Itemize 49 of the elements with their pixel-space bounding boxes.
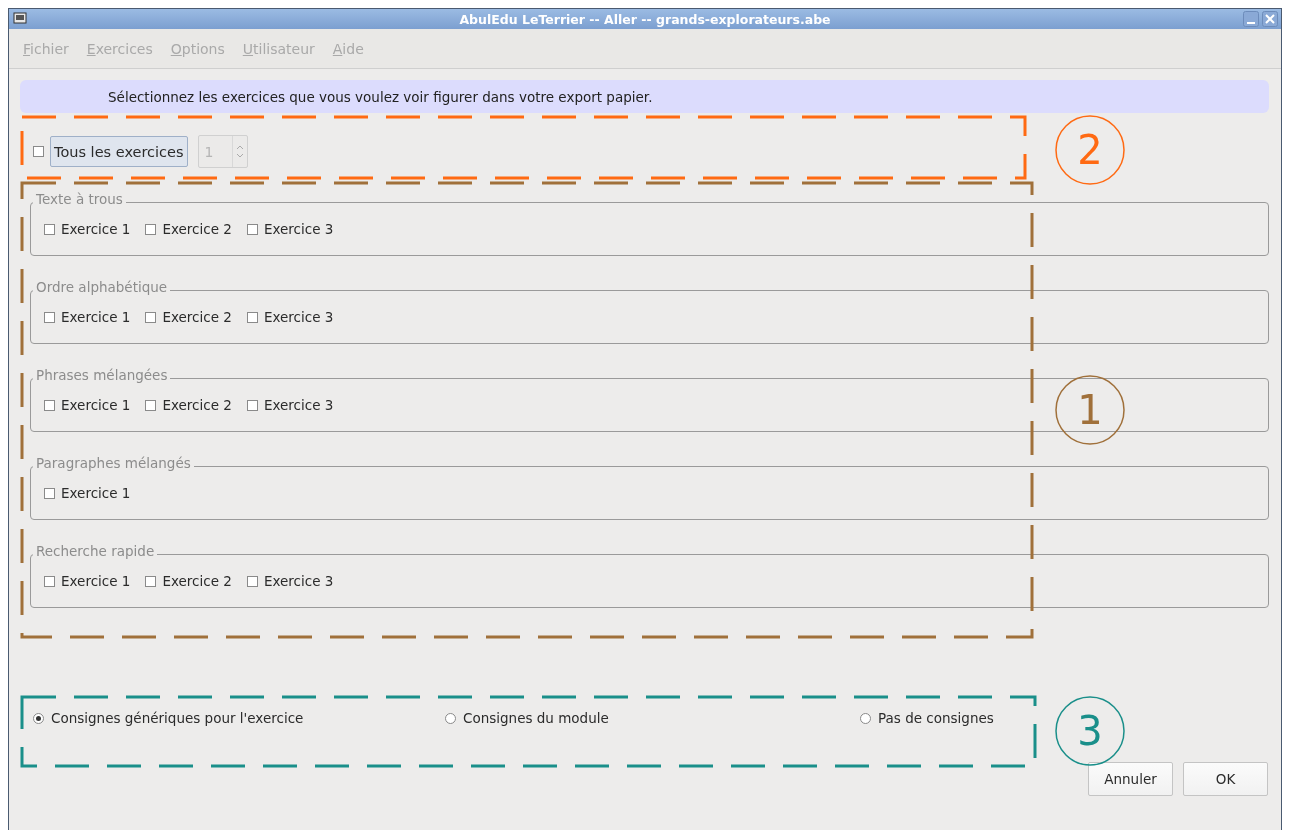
checkbox-label[interactable]: Exercice 2 xyxy=(162,573,232,589)
info-text: Sélectionnez les exercices que vous voulez voir figurer dans votre export papier. xyxy=(108,88,653,105)
checkbox[interactable] xyxy=(145,575,157,587)
close-icon[interactable] xyxy=(1262,11,1278,27)
minimize-icon[interactable] xyxy=(1243,11,1259,27)
radio-button[interactable] xyxy=(33,712,44,724)
checkbox-label[interactable]: Exercice 2 xyxy=(162,397,232,413)
checkbox[interactable] xyxy=(33,146,44,157)
checkbox[interactable] xyxy=(246,311,258,323)
number-callout: 2 xyxy=(1055,115,1125,185)
checkbox-label[interactable]: Exercice 1 xyxy=(61,221,131,237)
checkbox[interactable] xyxy=(44,311,55,323)
window-icon xyxy=(13,12,27,25)
checkbox[interactable] xyxy=(44,575,55,587)
radio-label[interactable]: Pas de consignes xyxy=(878,710,994,726)
checkbox[interactable] xyxy=(44,399,55,411)
checkbox-label[interactable]: Exercice 2 xyxy=(162,221,232,237)
checkbox[interactable] xyxy=(145,223,157,235)
checkbox[interactable] xyxy=(246,575,258,587)
checkbox-label[interactable]: Exercice 3 xyxy=(263,221,334,237)
checkbox-label[interactable]: Exercice 3 xyxy=(263,397,334,413)
checkbox-label[interactable]: Exercice 1 xyxy=(61,397,131,413)
checkbox-label[interactable]: Exercice 3 xyxy=(263,573,334,589)
checkbox-label[interactable]: Exercice 1 xyxy=(61,309,131,325)
checkbox[interactable] xyxy=(246,399,258,411)
group-title: Ordre alphabétique xyxy=(33,279,171,295)
checkbox-label[interactable]: Exercice 1 xyxy=(61,573,131,589)
window-title: AbulEdu LeTerrier -- Aller -- grands-explorateurs.abe xyxy=(459,11,831,27)
checkbox[interactable] xyxy=(44,223,55,235)
dialog-button[interactable]: Annuler xyxy=(1088,762,1173,796)
radio-label[interactable]: Consignes du module xyxy=(463,710,609,726)
radio-label[interactable]: Consignes génériques pour l'exercice xyxy=(51,710,304,726)
number-callout: 1 xyxy=(1055,375,1125,445)
group-title: Paragraphes mélangés xyxy=(33,455,194,471)
all-exercises-button[interactable]: Tous les exercices xyxy=(50,136,188,167)
group-title: Phrases mélangées xyxy=(33,367,171,383)
radio-button[interactable] xyxy=(860,712,871,724)
radio-button[interactable] xyxy=(445,712,456,724)
group-title: Texte à trous xyxy=(33,191,126,207)
number-callout: 3 xyxy=(1055,696,1125,766)
checkbox-label[interactable]: Exercice 2 xyxy=(162,309,232,325)
checkbox-label[interactable]: Exercice 1 xyxy=(61,485,131,501)
checkbox-label[interactable]: Exercice 3 xyxy=(263,309,334,325)
checkbox[interactable] xyxy=(44,487,55,499)
checkbox[interactable] xyxy=(246,223,258,235)
dialog-button[interactable]: OK xyxy=(1183,762,1268,796)
checkbox[interactable] xyxy=(145,399,157,411)
checkbox[interactable] xyxy=(145,311,157,323)
group-title: Recherche rapide xyxy=(33,543,158,559)
